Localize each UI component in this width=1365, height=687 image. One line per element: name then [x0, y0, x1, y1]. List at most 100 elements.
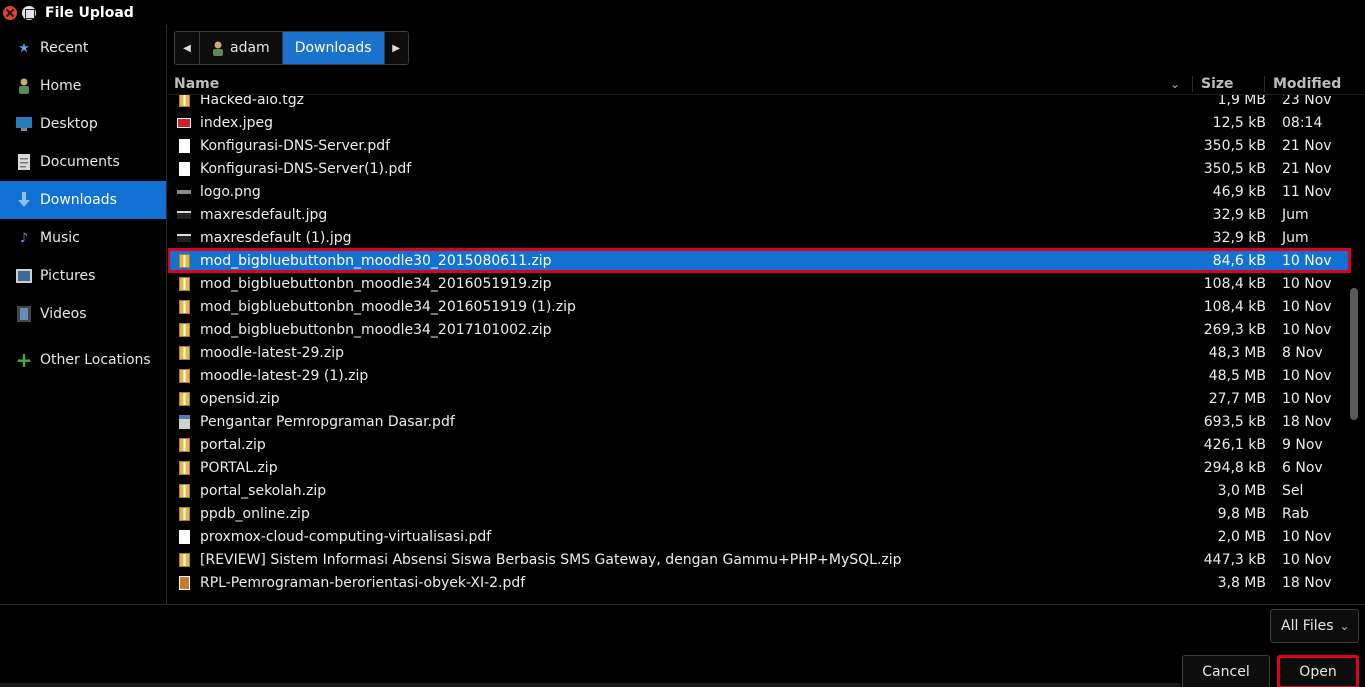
table-row[interactable]: opensid.zip 27,7 MB 10 Nov	[168, 387, 1350, 410]
table-row[interactable]: logo.png 46,9 kB 11 Nov	[168, 180, 1350, 203]
path-button-home[interactable]: adam	[199, 32, 282, 64]
zip-file-icon	[178, 391, 190, 406]
file-name: PORTAL.zip	[200, 459, 278, 476]
zip-file-icon	[178, 299, 190, 314]
sidebar-item-pictures[interactable]: Pictures	[0, 257, 166, 295]
scrollbar-thumb[interactable]	[1350, 288, 1358, 420]
download-icon	[16, 192, 32, 208]
table-row[interactable]: ppdb_online.zip 9,8 MB Rab	[168, 502, 1350, 525]
file-size: 294,8 kB	[1203, 459, 1266, 476]
table-row[interactable]: proxmox-cloud-computing-virtualisasi.pdf…	[168, 525, 1350, 548]
zip-file-icon	[178, 368, 190, 383]
table-row[interactable]: mod_bigbluebuttonbn_moodle30_2015080611.…	[168, 248, 1351, 273]
videos-icon	[16, 306, 32, 322]
file-size: 46,9 kB	[1212, 183, 1266, 200]
file-list[interactable]: Name ⌄ Size Modified Hacked-aio.tgz 1,9 M…	[168, 73, 1365, 605]
file-icon	[168, 189, 200, 194]
table-row[interactable]: mod_bigbluebuttonbn_moodle34_2017101002.…	[168, 318, 1350, 341]
jpgdark-file-icon	[177, 233, 191, 242]
file-size: 84,6 kB	[1212, 252, 1266, 269]
file-name: [REVIEW] Sistem Informasi Absensi Siswa …	[200, 551, 902, 568]
table-row[interactable]: portal_sekolah.zip 3,0 MB Sel	[168, 479, 1350, 502]
divider	[0, 604, 1365, 605]
sidebar-item-desktop[interactable]: Desktop	[0, 105, 166, 143]
sidebar-item-documents[interactable]: Documents	[0, 143, 166, 181]
file-modified: 8 Nov	[1282, 344, 1323, 361]
file-modified: Sel	[1282, 482, 1304, 499]
table-row[interactable]: mod_bigbluebuttonbn_moodle34_2016051919.…	[168, 272, 1350, 295]
file-icon	[168, 529, 200, 544]
table-row[interactable]: RPL-Pemrograman-berorientasi-obyek-XI-2.…	[168, 571, 1350, 594]
sidebar-item-recent[interactable]: ★ Recent	[0, 29, 166, 67]
file-modified: 10 Nov	[1282, 298, 1332, 315]
file-modified: 10 Nov	[1282, 321, 1332, 338]
table-row[interactable]: mod_bigbluebuttonbn_moodle34_2016051919 …	[168, 295, 1350, 318]
chevron-down-icon: ⌄	[1339, 619, 1350, 633]
star-icon: ★	[18, 40, 30, 56]
list-header: Name ⌄ Size Modified	[168, 73, 1365, 95]
column-header-modified[interactable]: Modified	[1265, 76, 1341, 92]
file-size: 3,0 MB	[1217, 482, 1266, 499]
sidebar-item-label: Pictures	[40, 268, 96, 284]
table-row[interactable]: moodle-latest-29 (1).zip 48,5 MB 10 Nov	[168, 364, 1350, 387]
scrollbar[interactable]	[1350, 98, 1358, 605]
table-row[interactable]: maxresdefault (1).jpg 32,9 kB Jum	[168, 226, 1350, 249]
file-icon	[168, 506, 200, 521]
table-row[interactable]: [REVIEW] Sistem Informasi Absensi Siswa …	[168, 548, 1350, 571]
sidebar-item-videos[interactable]: Videos	[0, 295, 166, 333]
zip-file-icon	[178, 506, 190, 521]
sidebar-item-downloads[interactable]: Downloads	[0, 181, 166, 219]
column-header-name[interactable]: Name ⌄	[168, 75, 1193, 92]
file-size: 108,4 kB	[1203, 275, 1266, 292]
table-row[interactable]: maxresdefault.jpg 32,9 kB Jum	[168, 203, 1350, 226]
jpgdark-file-icon	[177, 210, 191, 219]
file-modified: Rab	[1282, 505, 1309, 522]
documents-icon	[16, 154, 32, 170]
path-forward-icon[interactable]: ▶	[383, 32, 408, 64]
path-button-downloads[interactable]: Downloads	[281, 32, 384, 64]
file-name: mod_bigbluebuttonbn_moodle34_2016051919 …	[200, 298, 576, 315]
png-file-icon	[177, 189, 191, 194]
table-row[interactable]: moodle-latest-29.zip 48,3 MB 8 Nov	[168, 341, 1350, 364]
file-size: 2,0 MB	[1217, 528, 1266, 545]
sidebar-item-label: Home	[40, 78, 82, 94]
sidebar-item-label: Recent	[40, 40, 89, 56]
column-name-label: Name	[174, 75, 220, 92]
zip-file-icon	[178, 460, 190, 475]
close-icon[interactable]	[3, 5, 17, 20]
file-size: 32,9 kB	[1212, 229, 1266, 246]
sidebar-item-home[interactable]: Home	[0, 67, 166, 105]
file-name: RPL-Pemrograman-berorientasi-obyek-XI-2.…	[200, 574, 526, 591]
open-button[interactable]: Open	[1277, 655, 1359, 687]
table-row[interactable]: Konfigurasi-DNS-Server(1).pdf 350,5 kB 21 …	[168, 157, 1350, 180]
file-size: 9,8 MB	[1217, 505, 1266, 522]
path-back-icon[interactable]: ◀	[175, 32, 199, 64]
maximize-icon[interactable]	[22, 5, 36, 20]
table-row[interactable]: Pengantar Pemropgraman Dasar.pdf 693,5 kB…	[168, 410, 1350, 433]
file-modified: 08:14	[1282, 114, 1323, 131]
cancel-button[interactable]: Cancel	[1182, 655, 1270, 687]
sidebar-item-music[interactable]: ♪ Music	[0, 219, 166, 257]
file-size: 12,5 kB	[1212, 114, 1266, 131]
table-row[interactable]: Konfigurasi-DNS-Server.pdf 350,5 kB 21 Nov	[168, 134, 1350, 157]
file-name: ppdb_online.zip	[200, 505, 310, 522]
file-modified: 10 Nov	[1282, 528, 1332, 545]
file-icon	[168, 552, 200, 567]
file-name: logo.png	[200, 183, 261, 200]
table-row[interactable]: portal.zip 426,1 kB 9 Nov	[168, 433, 1350, 456]
pdfimg-file-icon	[178, 414, 190, 429]
home-icon	[16, 78, 32, 94]
file-icon	[168, 322, 200, 337]
table-row[interactable]: index.jpeg 12,5 kB 08:14	[168, 111, 1350, 134]
file-filter-select[interactable]: All Files ⌄	[1270, 609, 1359, 643]
zip-file-icon	[178, 483, 190, 498]
sidebar-item-label: Videos	[40, 306, 87, 322]
file-size: 350,5 kB	[1203, 160, 1266, 177]
file-size: 3,8 MB	[1217, 574, 1266, 591]
file-size: 447,3 kB	[1203, 551, 1266, 568]
music-icon: ♪	[19, 230, 29, 246]
sidebar-item-other-locations[interactable]: + Other Locations	[0, 341, 166, 379]
column-header-size[interactable]: Size	[1193, 75, 1265, 92]
table-row[interactable]: PORTAL.zip 294,8 kB 6 Nov	[168, 456, 1350, 479]
plus-icon: +	[15, 348, 33, 372]
